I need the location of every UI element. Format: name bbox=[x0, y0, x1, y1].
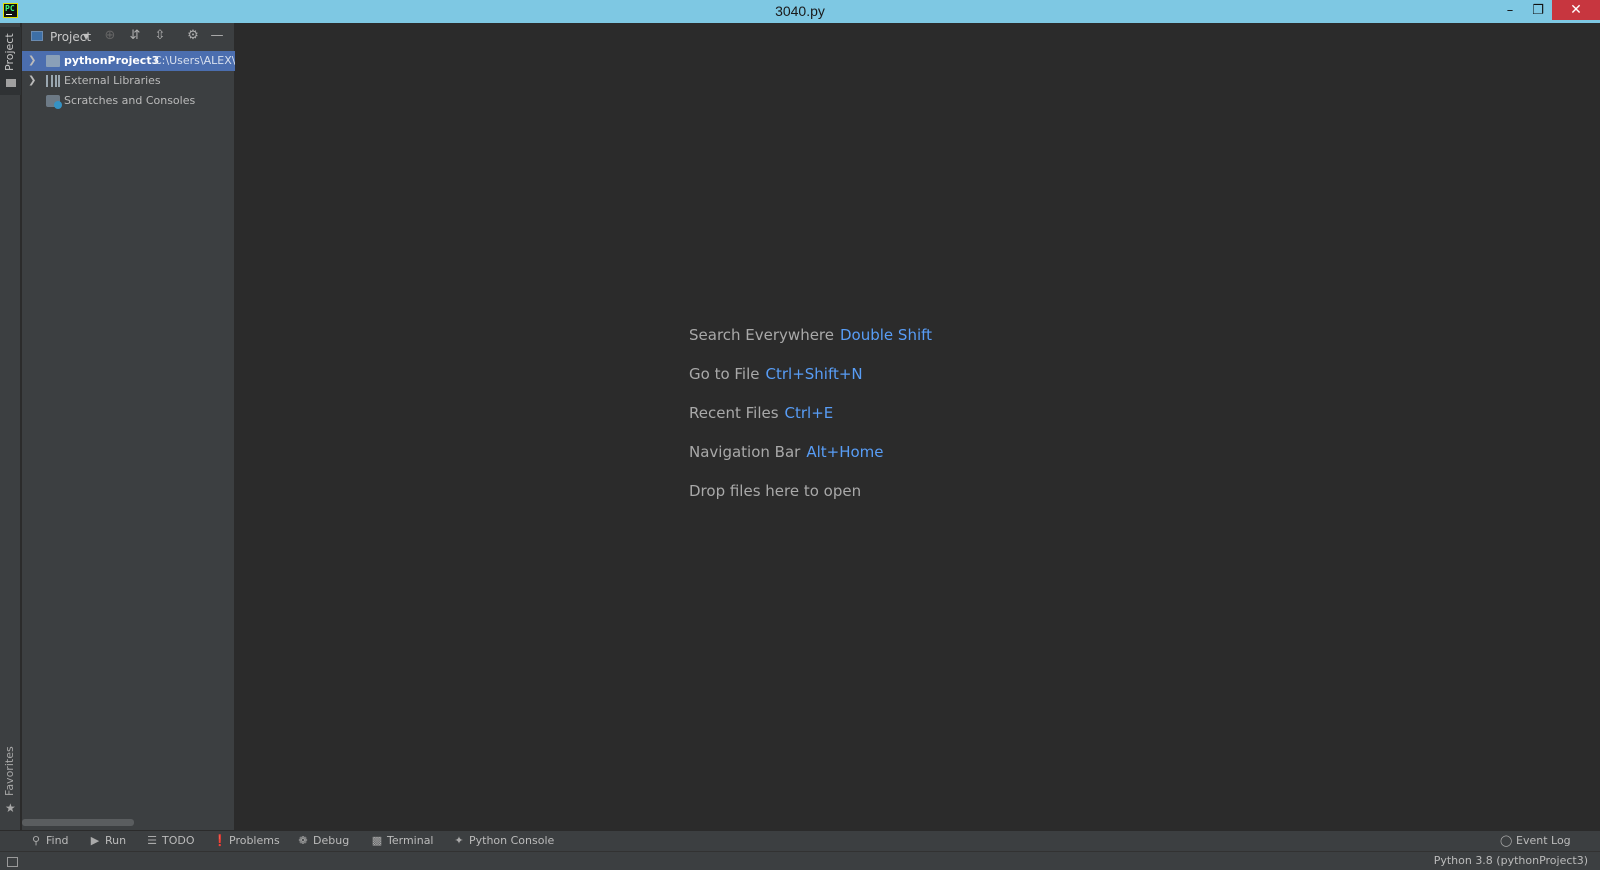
locate-icon[interactable]: ⊕ bbox=[102, 28, 118, 44]
run-tool-button[interactable]: ▶ Run bbox=[89, 834, 126, 847]
gear-icon[interactable]: ⚙ bbox=[185, 28, 201, 44]
list-icon: ☰ bbox=[147, 834, 157, 847]
hint-navigation-bar: Navigation Bar Alt+Home bbox=[689, 443, 884, 461]
window-title: 3040.py bbox=[775, 3, 825, 19]
speech-bubble-icon: ◯ bbox=[1500, 834, 1513, 847]
search-icon: ⚲ bbox=[31, 834, 41, 847]
scratches-icon bbox=[46, 95, 62, 109]
terminal-icon: ▩ bbox=[371, 834, 383, 847]
tree-item-external-libraries[interactable]: ❯ External Libraries bbox=[22, 71, 235, 91]
terminal-tool-button[interactable]: ▩ Terminal bbox=[371, 834, 434, 847]
project-path: C:\Users\ALEX\ bbox=[154, 54, 235, 67]
hint-shortcut: Ctrl+E bbox=[784, 404, 834, 422]
hint-label: Navigation Bar bbox=[689, 443, 801, 461]
python-icon: ✦ bbox=[454, 834, 464, 847]
tree-item-label: pythonProject3 bbox=[64, 54, 160, 67]
run-label: Run bbox=[105, 834, 127, 847]
debug-label: Debug bbox=[313, 834, 350, 847]
hint-label: Recent Files bbox=[689, 404, 779, 422]
hide-icon[interactable]: — bbox=[209, 28, 225, 44]
terminal-label: Terminal bbox=[387, 834, 434, 847]
hint-shortcut: Alt+Home bbox=[806, 443, 884, 461]
collapse-all-icon[interactable]: ⇳ bbox=[152, 28, 168, 44]
project-panel: Project ▼ ⊕ ⇵ ⇳ ⚙ — ❯ pythonProject3 C:\… bbox=[22, 23, 235, 830]
play-icon: ▶ bbox=[90, 834, 100, 847]
hint-go-to-file: Go to File Ctrl+Shift+N bbox=[689, 365, 863, 383]
hint-label: Search Everywhere bbox=[689, 326, 834, 344]
expand-all-icon[interactable]: ⇵ bbox=[127, 28, 143, 44]
project-tab-label: Project bbox=[3, 33, 16, 71]
hint-shortcut: Double Shift bbox=[840, 326, 933, 344]
todo-tool-button[interactable]: ☰ TODO bbox=[146, 834, 195, 847]
event-log-label: Event Log bbox=[1516, 834, 1571, 847]
favorites-tool-tab[interactable]: Favorites bbox=[3, 746, 16, 796]
editor-empty-area[interactable]: Search Everywhere Double Shift Go to File… bbox=[236, 23, 1600, 830]
left-tool-strip: Project Favorites ★ bbox=[0, 23, 21, 830]
tree-item-label: Scratches and Consoles bbox=[64, 94, 196, 107]
debug-tool-button[interactable]: ❁ Debug bbox=[297, 834, 349, 847]
chevron-right-icon[interactable]: ❯ bbox=[28, 71, 36, 91]
problems-label: Problems bbox=[229, 834, 280, 847]
chevron-down-icon[interactable]: ▼ bbox=[83, 32, 89, 41]
bottom-tool-bar: ⚲ Find ▶ Run ☰ TODO ❗ Problems ❁ Debug ▩ Termi… bbox=[0, 830, 1600, 851]
tree-item-project[interactable]: ❯ pythonProject3 C:\Users\ALEX\ bbox=[22, 51, 235, 71]
project-panel-toolbar: Project ▼ ⊕ ⇵ ⇳ ⚙ — bbox=[22, 23, 235, 50]
tree-item-scratches[interactable]: Scratches and Consoles bbox=[22, 91, 235, 111]
status-bar: Python 3.8 (pythonProject3) bbox=[0, 851, 1600, 870]
tool-windows-toggle-icon[interactable] bbox=[7, 857, 18, 867]
tree-item-label: External Libraries bbox=[64, 74, 161, 87]
close-button[interactable]: ✕ bbox=[1552, 0, 1600, 20]
chevron-right-icon[interactable]: ❯ bbox=[28, 51, 36, 71]
bug-icon: ❁ bbox=[298, 834, 308, 847]
python-console-tool-button[interactable]: ✦ Python Console bbox=[453, 834, 554, 847]
find-tool-button[interactable]: ⚲ Find bbox=[30, 834, 69, 847]
find-label: Find bbox=[46, 834, 69, 847]
folder-icon bbox=[46, 55, 60, 67]
problems-tool-button[interactable]: ❗ Problems bbox=[213, 834, 280, 847]
project-tool-tab[interactable]: Project bbox=[0, 27, 21, 95]
interpreter-status[interactable]: Python 3.8 (pythonProject3) bbox=[1434, 854, 1588, 867]
event-log-tool-button[interactable]: ◯ Event Log bbox=[1500, 834, 1571, 847]
python-console-label: Python Console bbox=[469, 834, 555, 847]
hint-search-everywhere: Search Everywhere Double Shift bbox=[689, 326, 932, 344]
star-icon[interactable]: ★ bbox=[5, 801, 16, 815]
title-bar: PC 3040.py – ❐ ✕ bbox=[0, 0, 1600, 23]
folder-icon bbox=[6, 79, 16, 87]
hint-label: Go to File bbox=[689, 365, 760, 383]
project-view-icon bbox=[31, 31, 43, 41]
horizontal-scrollbar[interactable] bbox=[22, 819, 134, 826]
todo-label: TODO bbox=[162, 834, 195, 847]
info-icon: ❗ bbox=[213, 834, 227, 847]
hint-drop-files: Drop files here to open bbox=[689, 482, 862, 500]
library-icon bbox=[46, 75, 60, 87]
hint-shortcut: Ctrl+Shift+N bbox=[765, 365, 863, 383]
hint-recent-files: Recent Files Ctrl+E bbox=[689, 404, 833, 422]
